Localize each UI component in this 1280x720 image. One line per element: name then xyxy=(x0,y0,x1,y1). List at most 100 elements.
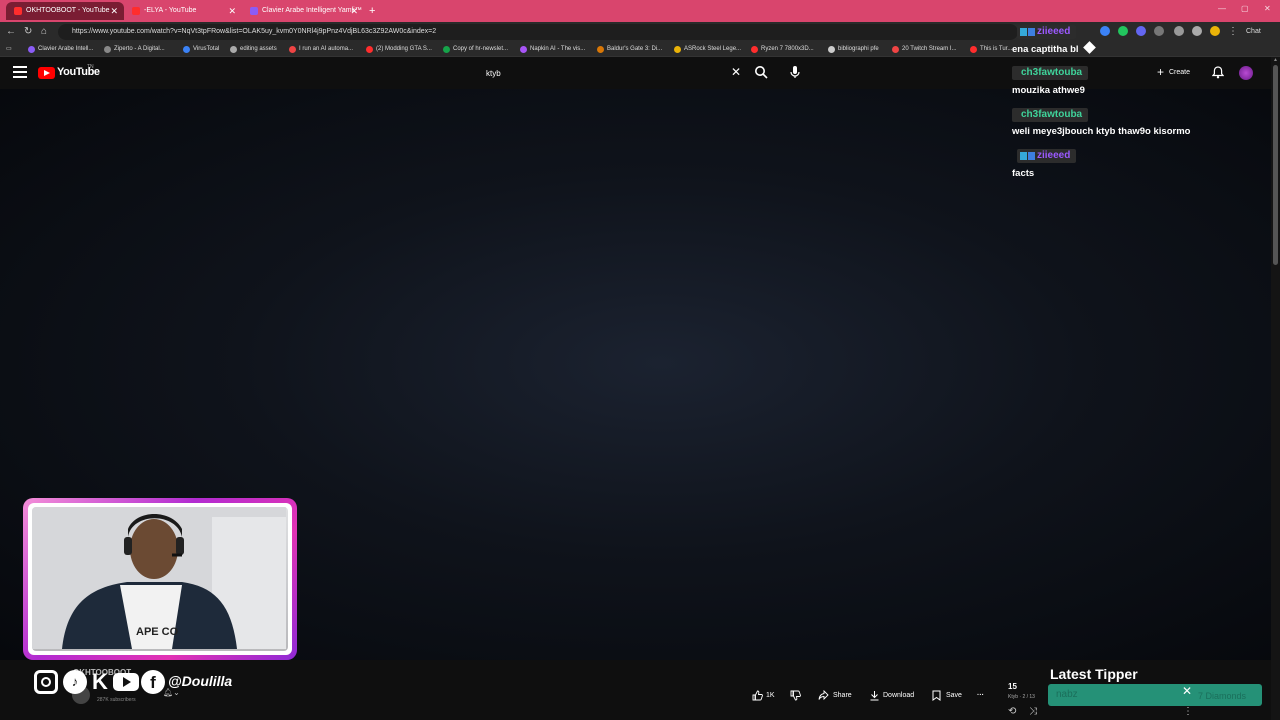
shuffle-icon[interactable]: ⤨ xyxy=(1029,706,1037,717)
bookmark-item[interactable]: Copy of hr-newslet... xyxy=(443,44,508,55)
extension-icon[interactable] xyxy=(1100,26,1110,36)
tab-elya[interactable]: -ELYA - YouTube ✕ xyxy=(124,2,242,20)
search-icon[interactable] xyxy=(754,65,768,79)
bookmark-item[interactable]: (2) Modding GTA S... xyxy=(366,44,432,55)
maximize-icon[interactable]: ▢ xyxy=(1241,4,1249,13)
chat-message: weli meye3jbouch ktyb thaw9o kisormo xyxy=(1012,126,1191,137)
chat-message: facts xyxy=(1012,168,1035,179)
close-tab-icon[interactable]: ✕ xyxy=(228,2,236,20)
bookmark-item[interactable]: ASRock Steel Lege... xyxy=(674,44,741,55)
page-scrollbar[interactable]: ▲ xyxy=(1271,57,1280,720)
save-label: Save xyxy=(946,692,962,699)
more-actions-button[interactable]: ··· xyxy=(977,687,984,704)
scroll-up-icon[interactable]: ▲ xyxy=(1273,57,1278,63)
bookmark-item[interactable]: 20 Twitch Stream I... xyxy=(892,44,957,55)
hamburger-menu-icon[interactable] xyxy=(13,66,27,78)
profile-icon[interactable] xyxy=(1210,26,1220,36)
chat-badge-icon xyxy=(1028,28,1035,36)
more-label: ··· xyxy=(977,692,984,699)
bookmark-item[interactable]: Clavier Arabe Intell... xyxy=(28,44,93,55)
extension-icon[interactable] xyxy=(1136,26,1146,36)
bookmark-item[interactable]: VirusTotal xyxy=(183,44,219,55)
dislike-button[interactable] xyxy=(790,687,804,704)
extension-icon[interactable] xyxy=(1118,26,1128,36)
instagram-icon xyxy=(34,670,58,694)
chat-badge-icon xyxy=(1028,152,1035,160)
bookmark-item[interactable]: editing assets xyxy=(230,44,277,55)
bookmark-item[interactable]: This is Tur... xyxy=(970,44,1012,55)
download-label: Download xyxy=(883,692,915,699)
minimize-icon[interactable]: — xyxy=(1218,4,1226,13)
bookmark-item[interactable]: Baldur's Gate 3: Di... xyxy=(597,44,662,55)
extension-icon[interactable] xyxy=(1154,26,1164,36)
bookmark-item[interactable]: Ziperto - A Digital... xyxy=(104,44,165,55)
tipper-name: nabz xyxy=(1056,689,1078,700)
playlist-menu-icon[interactable]: ⋮ xyxy=(1183,706,1193,717)
tiktok-icon: ♪ xyxy=(63,670,87,694)
window-close-icon[interactable]: ✕ xyxy=(1264,4,1271,13)
facebook-icon: f xyxy=(141,670,165,694)
share-arrow-icon xyxy=(818,690,829,701)
thumbs-down-icon xyxy=(790,690,801,701)
browser-menu-icon[interactable]: ⋮ xyxy=(1228,25,1238,39)
playlist-count: 15 xyxy=(1008,682,1017,691)
chat-username-badge: ziieeed xyxy=(1017,149,1077,163)
chat-message: ena captitha bl xyxy=(1012,41,1096,55)
close-icon[interactable]: ✕ xyxy=(1182,684,1192,698)
notifications-bell-icon[interactable] xyxy=(1212,66,1224,79)
chat-badge-icon xyxy=(1020,28,1027,36)
yamli-favicon-icon xyxy=(250,7,258,15)
tab-yamli[interactable]: Clavier Arabe Intelligent Yamli™ ✕ xyxy=(242,2,364,20)
chat-label: Chat xyxy=(1246,28,1261,35)
search-input[interactable] xyxy=(476,63,748,83)
user-avatar[interactable] xyxy=(1239,66,1253,80)
download-button[interactable]: Download xyxy=(869,687,914,704)
youtube-social-icon xyxy=(113,673,139,691)
share-button[interactable]: Share xyxy=(818,687,852,704)
bookmark-item[interactable]: I run an AI automa... xyxy=(289,44,353,55)
browser-toolbar: ← ↻ ⌂ https://www.youtube.com/watch?v=Nq… xyxy=(0,22,1280,42)
tab-title: Clavier Arabe Intelligent Yamli™ xyxy=(262,7,362,14)
microphone-icon[interactable] xyxy=(788,65,802,79)
chat-badge-icon xyxy=(1020,152,1027,160)
youtube-logo-icon[interactable] xyxy=(38,67,55,79)
bookmark-item[interactable]: Napkin AI - The vis... xyxy=(520,44,585,55)
address-bar[interactable]: https://www.youtube.com/watch?v=NqVt3tpF… xyxy=(58,24,1018,40)
home-icon[interactable]: ⌂ xyxy=(41,25,47,39)
diamond-emote-icon xyxy=(1082,41,1096,54)
extensions-puzzle-icon[interactable] xyxy=(1174,26,1184,36)
playlist-title[interactable]: Ktyb · 2 / 13 xyxy=(1008,694,1035,700)
reload-icon[interactable]: ↻ xyxy=(24,25,32,39)
bookmark-item[interactable]: bibliographi pfe xyxy=(828,44,879,55)
thumbs-up-icon xyxy=(752,690,763,701)
bookmark-apps-icon[interactable]: ▭ xyxy=(6,44,12,55)
download-arrow-icon xyxy=(870,691,879,701)
scrollbar-thumb[interactable] xyxy=(1273,65,1278,265)
bookmark-item[interactable]: Ryzen 7 7800x3D... xyxy=(751,44,814,55)
youtube-favicon-icon xyxy=(14,7,22,15)
close-tab-icon[interactable]: ✕ xyxy=(350,2,358,20)
save-button[interactable]: Save xyxy=(931,687,962,704)
bookmark-plus-icon xyxy=(932,690,941,701)
kick-icon: K xyxy=(92,669,108,694)
bookmark-star-icon[interactable] xyxy=(1192,26,1202,36)
chat-button[interactable]: Chat xyxy=(1246,25,1261,39)
like-button[interactable]: 1K xyxy=(752,687,788,704)
new-tab-icon[interactable]: + xyxy=(369,2,375,20)
clear-search-icon[interactable]: ✕ xyxy=(731,65,741,79)
back-icon[interactable]: ← xyxy=(6,25,16,39)
svg-text:APE CO: APE CO xyxy=(136,626,179,638)
tab-title: OKHTOOBOOT - YouTube xyxy=(26,7,110,14)
like-count: 1K xyxy=(766,692,775,699)
close-tab-icon[interactable]: ✕ xyxy=(110,2,118,20)
tab-okhtooboot[interactable]: OKHTOOBOOT - YouTube ✕ xyxy=(6,2,124,20)
youtube-favicon-icon xyxy=(132,7,140,15)
subscribe-bell-icon[interactable]: 🔔︎⌄ xyxy=(163,688,180,697)
create-button[interactable]: Create xyxy=(1157,64,1190,81)
subscriber-count: 287K subscribers xyxy=(97,697,136,703)
loop-icon[interactable]: ⟲ xyxy=(1008,706,1016,717)
url-text: https://www.youtube.com/watch?v=NqVt3tpF… xyxy=(72,28,437,35)
country-code: TN xyxy=(87,64,94,70)
latest-tipper-title: Latest Tipper xyxy=(1050,666,1138,682)
tab-title: -ELYA - YouTube xyxy=(144,7,197,14)
